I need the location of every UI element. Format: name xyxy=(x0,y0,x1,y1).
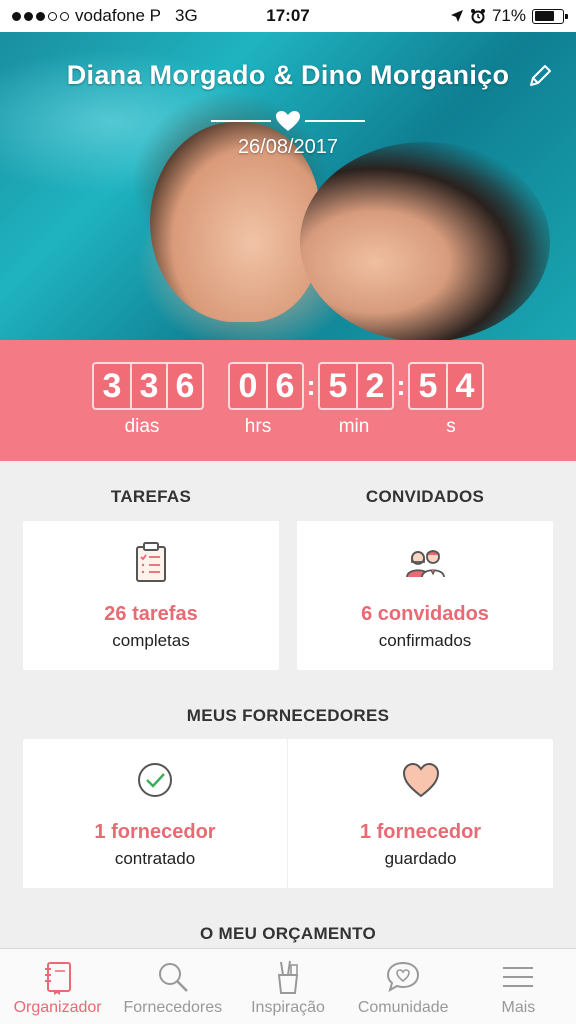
notebook-icon xyxy=(44,962,71,995)
couple-guests-icon xyxy=(406,550,445,578)
countdown-days-label: dias xyxy=(124,416,160,437)
alarm-icon xyxy=(470,9,485,24)
network-type: 3G xyxy=(175,6,198,25)
countdown-digit: 5 xyxy=(328,366,348,405)
guests-card[interactable]: 6 convidados confirmados xyxy=(297,521,553,670)
tasks-section-title: TAREFAS xyxy=(110,487,192,506)
tab-fornecedores[interactable]: Fornecedores xyxy=(115,949,230,1024)
countdown-digit: 2 xyxy=(356,364,392,408)
tab-label: Fornecedores xyxy=(123,999,223,1016)
photo-person-right xyxy=(300,142,550,340)
heart-icon xyxy=(402,762,439,798)
carrier-info: vodafone P 3G xyxy=(12,6,198,26)
budget-section-title: O MEU ORÇAMENTO xyxy=(199,924,377,943)
countdown-hours-label: hrs xyxy=(244,416,272,437)
edit-pencil-icon[interactable] xyxy=(526,62,554,90)
search-icon xyxy=(158,963,188,992)
hired-vendors-status: contratado xyxy=(114,849,196,868)
hired-vendors-card[interactable]: 1 fornecedor contratado xyxy=(23,739,287,888)
guests-count: 6 convidados xyxy=(361,603,489,625)
countdown-digit: 4 xyxy=(446,364,482,408)
countdown-hours: 0 6 xyxy=(228,362,304,410)
carrier-name: vodafone P xyxy=(75,6,162,25)
vendors-section-title: MEUS FORNECEDORES xyxy=(186,706,390,725)
battery-icon xyxy=(532,8,568,24)
tab-label: Comunidade xyxy=(357,999,449,1016)
countdown-digit: 6 xyxy=(166,364,202,408)
tab-label: Inspiração xyxy=(251,999,325,1016)
location-arrow-icon xyxy=(450,10,463,22)
signal-strength-icon xyxy=(12,11,69,21)
menu-icon xyxy=(503,967,534,987)
tasks-count: 26 tarefas xyxy=(104,603,198,625)
tab-organizador[interactable]: Organizador xyxy=(0,949,115,1024)
check-circle-icon xyxy=(138,763,172,797)
bottom-tab-bar: Organizador Fornecedores Inspiração Comu… xyxy=(0,948,576,1024)
countdown-digit: 5 xyxy=(418,366,438,405)
countdown-seconds: 5 4 xyxy=(408,362,484,410)
wedding-countdown: 3 3 6 0 6 : 5 2 : 5 4 dias hrs min s xyxy=(0,340,576,461)
countdown-minutes-label: min xyxy=(338,416,370,437)
saved-vendors-status: guardado xyxy=(384,849,457,868)
tab-label: Mais xyxy=(501,999,536,1016)
battery-level xyxy=(534,11,554,21)
wedding-date: 26/08/2017 xyxy=(237,136,339,158)
tasks-card[interactable]: 26 tarefas completas xyxy=(23,521,279,670)
tab-comunidade[interactable]: Comunidade xyxy=(346,949,461,1024)
countdown-separator: : xyxy=(396,370,406,401)
countdown-digit: 6 xyxy=(266,364,302,408)
saved-vendors-card[interactable]: 1 fornecedor guardado xyxy=(288,739,553,888)
couple-name: Diana Morgado & Dino Morganiço xyxy=(66,60,510,90)
countdown-seconds-label: s xyxy=(446,416,456,437)
name-divider xyxy=(0,110,576,132)
countdown-days: 3 3 6 xyxy=(92,362,204,410)
tab-inspiracao[interactable]: Inspiração xyxy=(230,949,345,1024)
hired-vendors-count: 1 fornecedor xyxy=(94,821,216,843)
guests-section-title: CONVIDADOS xyxy=(365,487,485,506)
countdown-digit: 3 xyxy=(130,364,166,408)
heart-icon xyxy=(276,111,300,131)
pencil-cup-icon xyxy=(277,960,299,994)
saved-vendors-count: 1 fornecedor xyxy=(359,821,482,843)
clipboard-checklist-icon xyxy=(136,542,166,582)
chat-heart-icon xyxy=(387,961,420,993)
tab-label: Organizador xyxy=(13,999,102,1016)
tasks-status: completas xyxy=(112,631,190,650)
tab-mais[interactable]: Mais xyxy=(461,949,576,1024)
countdown-separator: : xyxy=(306,370,316,401)
countdown-digit: 0 xyxy=(238,366,258,405)
guests-status: confirmados xyxy=(378,631,472,650)
couple-cover-photo[interactable]: Diana Morgado & Dino Morganiço 26/08/201… xyxy=(0,32,576,340)
battery-percent: 71% xyxy=(491,6,526,25)
countdown-minutes: 5 2 xyxy=(318,362,394,410)
countdown-digit: 3 xyxy=(102,366,122,405)
status-bar: vodafone P 3G 17:07 71% xyxy=(0,0,576,32)
